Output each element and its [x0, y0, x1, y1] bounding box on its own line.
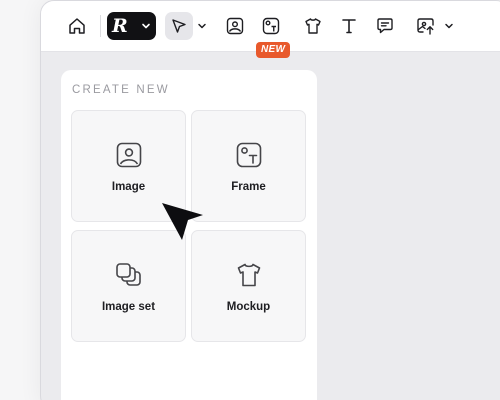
toolbar-divider [100, 15, 101, 37]
comment-icon [375, 16, 395, 36]
panel-title: CREATE NEW [72, 84, 170, 96]
tshirt-icon [303, 16, 323, 36]
card-label: Mockup [226, 301, 271, 313]
text-tool-button[interactable] [335, 12, 363, 40]
mouse-cursor-icon [162, 203, 204, 248]
card-label: Image set [101, 301, 156, 313]
export-tool-button[interactable] [412, 12, 440, 40]
card-label: Image [111, 181, 146, 193]
brand-menu-button[interactable]: R [107, 12, 156, 40]
image-icon [115, 141, 143, 169]
frame-icon [235, 141, 263, 169]
chevron-down-icon [197, 21, 207, 31]
frame-icon [261, 16, 281, 36]
image-tool-button[interactable] [221, 12, 249, 40]
export-tool-dropdown[interactable] [442, 12, 456, 40]
home-icon [67, 16, 87, 36]
frame-tool-button[interactable] [257, 12, 285, 40]
select-tool-button[interactable] [165, 12, 193, 40]
new-badge: NEW [256, 42, 291, 58]
tshirt-icon [235, 261, 263, 289]
comment-tool-button[interactable] [371, 12, 399, 40]
mockup-tool-button[interactable] [299, 12, 327, 40]
chevron-down-icon [444, 21, 454, 31]
chevron-down-icon [141, 21, 151, 31]
image-icon [225, 16, 245, 36]
card-label: Frame [231, 181, 266, 193]
app-window: R NEW CREATE NEW Image Frame Image set M… [40, 0, 500, 400]
create-mockup-card[interactable]: Mockup [191, 230, 306, 342]
home-button[interactable] [63, 12, 91, 40]
export-image-icon [415, 16, 437, 36]
text-icon [339, 16, 359, 36]
brand-logo: R [112, 14, 128, 37]
pointer-icon [170, 17, 188, 35]
select-tool-dropdown[interactable] [195, 12, 209, 40]
image-set-icon [114, 261, 144, 289]
create-frame-card[interactable]: Frame [191, 110, 306, 222]
